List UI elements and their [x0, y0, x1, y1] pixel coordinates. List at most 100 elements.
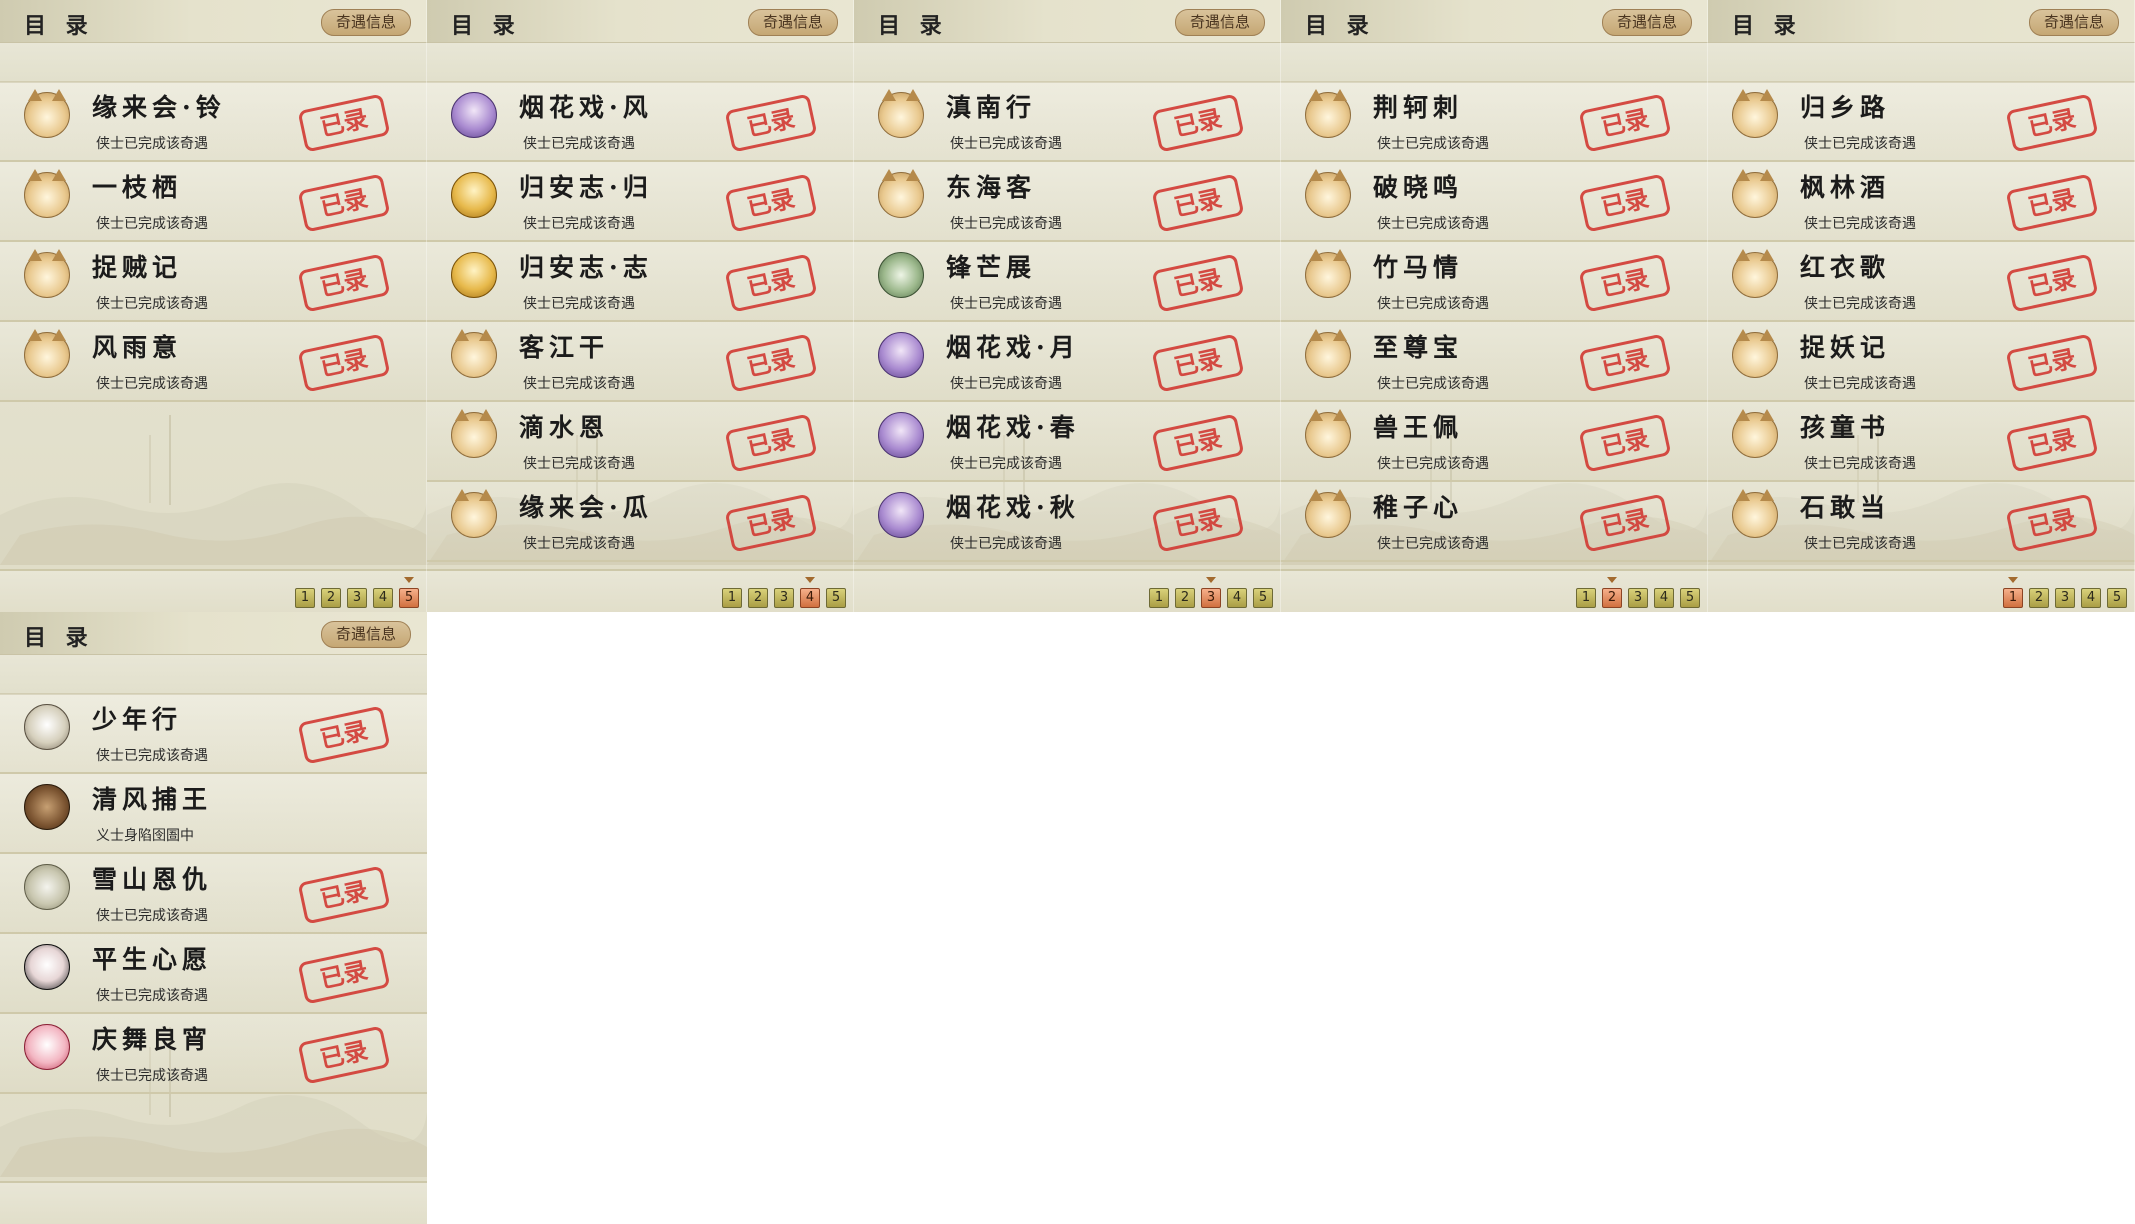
- catalog-title: 目 录: [451, 13, 521, 39]
- ink-landscape-backdrop: [0, 415, 427, 565]
- adventure-status: 侠士已完成该奇遇: [950, 216, 1062, 232]
- page-button-5[interactable]: 5: [2107, 588, 2127, 608]
- adventure-entry[interactable]: 东海客 侠士已完成该奇遇 已录: [854, 162, 1281, 242]
- adventure-entry[interactable]: 至尊宝 侠士已完成该奇遇 已录: [1281, 322, 1708, 402]
- recorded-stamp-icon: 已录: [1578, 493, 1672, 553]
- page-button-3[interactable]: 3: [347, 588, 367, 608]
- adventure-entry[interactable]: 烟花戏·月 侠士已完成该奇遇 已录: [854, 322, 1281, 402]
- adventure-entry[interactable]: 归安志·志 侠士已完成该奇遇 已录: [427, 242, 854, 322]
- adventure-entry[interactable]: 烟花戏·春 侠士已完成该奇遇 已录: [854, 402, 1281, 482]
- pagination-bar: 12345: [427, 569, 854, 612]
- page-button-4[interactable]: 4: [2081, 588, 2101, 608]
- page-button-1[interactable]: 1: [1576, 588, 1596, 608]
- adventure-status: 侠士已完成该奇遇: [950, 456, 1062, 472]
- recorded-stamp-icon: 已录: [297, 253, 391, 313]
- adventure-status: 侠士已完成该奇遇: [523, 456, 635, 472]
- adventure-entry[interactable]: 归乡路 侠士已完成该奇遇 已录: [1708, 82, 2135, 162]
- recorded-stamp-icon: 已录: [2005, 173, 2099, 233]
- adventure-entry[interactable]: 荆轲刺 侠士已完成该奇遇 已录: [1281, 82, 1708, 162]
- adventure-entry[interactable]: 捉妖记 侠士已完成该奇遇 已录: [1708, 322, 2135, 402]
- adventure-name: 稚子心: [1373, 493, 1464, 522]
- adventure-info-button[interactable]: 奇遇信息: [320, 9, 411, 36]
- header-divider-band: [427, 43, 854, 83]
- adventure-name: 清风捕王: [92, 785, 213, 814]
- adventure-entry[interactable]: 孩童书 侠士已完成该奇遇 已录: [1708, 402, 2135, 482]
- page-button-5[interactable]: 5: [1253, 588, 1273, 608]
- adventure-entry[interactable]: 烟花戏·秋 侠士已完成该奇遇 已录: [854, 482, 1281, 562]
- adventure-name: 滴水恩: [519, 413, 610, 442]
- adventure-entry[interactable]: 滇南行 侠士已完成该奇遇 已录: [854, 82, 1281, 162]
- adventure-entry[interactable]: 一枝栖 侠士已完成该奇遇 已录: [0, 162, 427, 242]
- page-button-4[interactable]: 4: [800, 588, 820, 608]
- adventure-entry[interactable]: 烟花戏·风 侠士已完成该奇遇 已录: [427, 82, 854, 162]
- adventure-status: 侠士已完成该奇遇: [1804, 136, 1916, 152]
- page-button-3[interactable]: 3: [1628, 588, 1648, 608]
- lady-avatar-icon: [878, 492, 924, 538]
- adventure-entry[interactable]: 红衣歌 侠士已完成该奇遇 已录: [1708, 242, 2135, 322]
- page-button-4[interactable]: 4: [1654, 588, 1674, 608]
- adventure-info-button[interactable]: 奇遇信息: [747, 9, 838, 36]
- adventure-entry[interactable]: 风雨意 侠士已完成该奇遇 已录: [0, 322, 427, 402]
- adventure-status: 侠士已完成该奇遇: [1377, 456, 1489, 472]
- adventure-status: 侠士已完成该奇遇: [1804, 376, 1916, 392]
- adventure-entry[interactable]: 滴水恩 侠士已完成该奇遇 已录: [427, 402, 854, 482]
- catalog-panel: 目 录 奇遇信息 归乡路 侠士已完成该奇遇 已录 枫林酒 侠士已完成该奇遇 已录…: [1708, 0, 2135, 612]
- pagination-bar: 12345: [0, 569, 427, 612]
- adventure-status: 侠士已完成该奇遇: [950, 376, 1062, 392]
- recorded-stamp-icon: 已录: [724, 493, 818, 553]
- adventure-entry[interactable]: 枫林酒 侠士已完成该奇遇 已录: [1708, 162, 2135, 242]
- adventure-name: 归安志·归: [519, 173, 653, 202]
- adventure-entry[interactable]: 清风捕王 义士身陷囹圄中: [0, 774, 427, 854]
- page-button-5[interactable]: 5: [1680, 588, 1700, 608]
- adventure-entry[interactable]: 破晓鸣 侠士已完成该奇遇 已录: [1281, 162, 1708, 242]
- page-button-2[interactable]: 2: [2029, 588, 2049, 608]
- page-button-1[interactable]: 1: [295, 588, 315, 608]
- cat-avatar-icon: [24, 249, 70, 298]
- cat-avatar-icon: [24, 169, 70, 218]
- adventure-entry[interactable]: 庆舞良宵 侠士已完成该奇遇 已录: [0, 1014, 427, 1094]
- adventure-entry[interactable]: 雪山恩仇 侠士已完成该奇遇 已录: [0, 854, 427, 934]
- page-button-5[interactable]: 5: [399, 588, 419, 608]
- adventure-info-button[interactable]: 奇遇信息: [320, 621, 411, 648]
- catalog-title: 目 录: [1732, 13, 1802, 39]
- page-button-3[interactable]: 3: [1201, 588, 1221, 608]
- adventure-entry[interactable]: 兽王佩 侠士已完成该奇遇 已录: [1281, 402, 1708, 482]
- page-button-2[interactable]: 2: [748, 588, 768, 608]
- adventure-name: 捉贼记: [92, 253, 183, 282]
- adventure-entry[interactable]: 锋芒展 侠士已完成该奇遇 已录: [854, 242, 1281, 322]
- adventure-entry[interactable]: 缘来会·铃 侠士已完成该奇遇 已录: [0, 82, 427, 162]
- adventure-info-button[interactable]: 奇遇信息: [1174, 9, 1265, 36]
- pagination-bar: [0, 1181, 427, 1224]
- catalog-panel: 目 录 奇遇信息 滇南行 侠士已完成该奇遇 已录 东海客 侠士已完成该奇遇 已录…: [854, 0, 1281, 612]
- page-button-4[interactable]: 4: [1227, 588, 1247, 608]
- adventure-entry[interactable]: 归安志·归 侠士已完成该奇遇 已录: [427, 162, 854, 242]
- page-button-1[interactable]: 1: [1149, 588, 1169, 608]
- page-button-3[interactable]: 3: [774, 588, 794, 608]
- adventure-entry[interactable]: 捉贼记 侠士已完成该奇遇 已录: [0, 242, 427, 322]
- page-button-1[interactable]: 1: [722, 588, 742, 608]
- recorded-stamp-icon: 已录: [1578, 93, 1672, 153]
- adventure-name: 雪山恩仇: [92, 865, 213, 894]
- page-button-1[interactable]: 1: [2003, 588, 2023, 608]
- adventure-entry[interactable]: 缘来会·瓜 侠士已完成该奇遇 已录: [427, 482, 854, 562]
- adventure-entry[interactable]: 稚子心 侠士已完成该奇遇 已录: [1281, 482, 1708, 562]
- adventure-name: 滇南行: [946, 93, 1037, 122]
- page-button-2[interactable]: 2: [321, 588, 341, 608]
- adventure-entry[interactable]: 平生心愿 侠士已完成该奇遇 已录: [0, 934, 427, 1014]
- adventure-name: 东海客: [946, 173, 1037, 202]
- adventure-info-button[interactable]: 奇遇信息: [1601, 9, 1692, 36]
- page-button-5[interactable]: 5: [826, 588, 846, 608]
- adventure-entry[interactable]: 竹马情 侠士已完成该奇遇 已录: [1281, 242, 1708, 322]
- adventure-entry[interactable]: 客江干 侠士已完成该奇遇 已录: [427, 322, 854, 402]
- adventure-name: 风雨意: [92, 333, 183, 362]
- adventure-entry[interactable]: 石敢当 侠士已完成该奇遇 已录: [1708, 482, 2135, 562]
- page-button-3[interactable]: 3: [2055, 588, 2075, 608]
- adventure-entry[interactable]: 少年行 侠士已完成该奇遇 已录: [0, 694, 427, 774]
- adventure-info-button[interactable]: 奇遇信息: [2028, 9, 2119, 36]
- recorded-stamp-icon: 已录: [1578, 253, 1672, 313]
- page-button-2[interactable]: 2: [1602, 588, 1622, 608]
- adventure-status: 侠士已完成该奇遇: [1377, 216, 1489, 232]
- adventure-name: 兽王佩: [1373, 413, 1464, 442]
- page-button-4[interactable]: 4: [373, 588, 393, 608]
- page-button-2[interactable]: 2: [1175, 588, 1195, 608]
